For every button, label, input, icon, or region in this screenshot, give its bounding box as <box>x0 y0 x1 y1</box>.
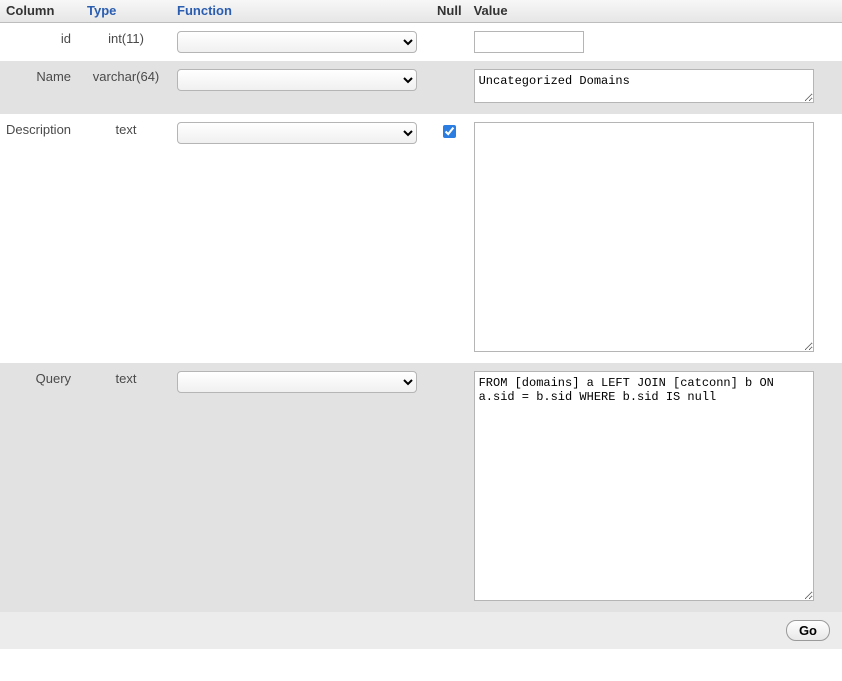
value-cell <box>468 114 842 363</box>
column-type: text <box>81 114 171 363</box>
header-column: Column <box>0 0 81 22</box>
function-cell <box>171 114 431 363</box>
column-name: Name <box>0 61 81 114</box>
value-input[interactable] <box>474 31 584 53</box>
header-null: Null <box>431 0 468 22</box>
null-cell <box>431 114 468 363</box>
value-textarea[interactable] <box>474 69 814 103</box>
value-textarea[interactable] <box>474 371 814 601</box>
function-select[interactable] <box>177 122 417 144</box>
function-cell <box>171 61 431 114</box>
null-checkbox[interactable] <box>443 125 456 138</box>
function-select[interactable] <box>177 371 417 393</box>
column-name: Description <box>0 114 81 363</box>
header-function[interactable]: Function <box>171 0 431 22</box>
null-cell <box>431 363 468 612</box>
column-type: int(11) <box>81 22 171 61</box>
value-cell <box>468 363 842 612</box>
insert-form-table: Column Type Function Null Value idint(11… <box>0 0 842 649</box>
function-select[interactable] <box>177 69 417 91</box>
null-cell <box>431 22 468 61</box>
column-type: text <box>81 363 171 612</box>
table-row: idint(11) <box>0 22 842 61</box>
table-row: Descriptiontext <box>0 114 842 363</box>
function-cell <box>171 363 431 612</box>
value-textarea[interactable] <box>474 122 814 352</box>
column-type: varchar(64) <box>81 61 171 114</box>
table-row: Querytext <box>0 363 842 612</box>
header-row: Column Type Function Null Value <box>0 0 842 22</box>
value-cell <box>468 61 842 114</box>
header-value: Value <box>468 0 842 22</box>
value-cell <box>468 22 842 61</box>
go-button[interactable]: Go <box>786 620 830 641</box>
column-name: Query <box>0 363 81 612</box>
function-cell <box>171 22 431 61</box>
function-select[interactable] <box>177 31 417 53</box>
header-type[interactable]: Type <box>81 0 171 22</box>
null-cell <box>431 61 468 114</box>
column-name: id <box>0 22 81 61</box>
footer-row: Go <box>0 612 842 649</box>
table-row: Namevarchar(64) <box>0 61 842 114</box>
